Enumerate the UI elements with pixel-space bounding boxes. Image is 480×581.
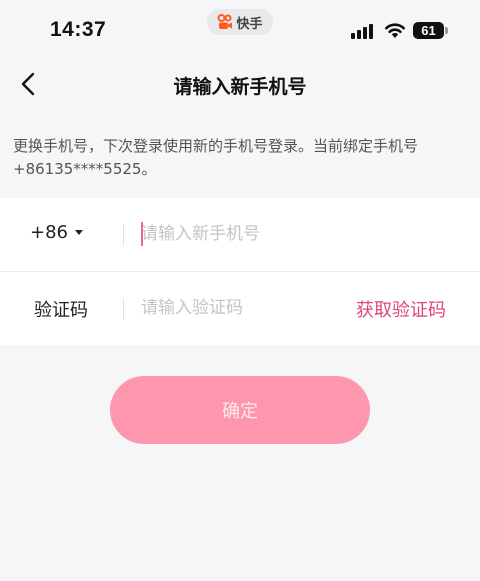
vertical-divider bbox=[123, 298, 124, 320]
verification-code-row: 验证码 获取验证码 bbox=[0, 272, 480, 345]
app-name: 快手 bbox=[236, 16, 263, 32]
country-code-selector[interactable]: +86 bbox=[30, 222, 83, 243]
verification-code-input[interactable] bbox=[141, 294, 341, 322]
battery-icon: 61 bbox=[413, 22, 444, 39]
app-indicator-pill[interactable]: 快手 bbox=[207, 9, 273, 35]
cellular-signal-icon bbox=[351, 24, 373, 39]
page-title: 请输入新手机号 bbox=[173, 76, 307, 98]
status-bar: 14:37 快手 61 bbox=[0, 0, 480, 60]
verification-code-label: 验证码 bbox=[34, 300, 88, 321]
dropdown-caret-icon bbox=[75, 230, 83, 235]
country-code-label: +86 bbox=[30, 222, 68, 243]
status-time: 14:37 bbox=[50, 18, 107, 41]
phone-form: +86 验证码 获取验证码 bbox=[0, 198, 480, 345]
kuaishou-logo-icon bbox=[217, 14, 233, 29]
vertical-divider bbox=[123, 224, 124, 246]
phone-row: +86 bbox=[0, 198, 480, 271]
get-code-button[interactable]: 获取验证码 bbox=[356, 296, 446, 322]
battery-cap bbox=[445, 27, 448, 34]
text-caret bbox=[141, 222, 143, 246]
confirm-button[interactable]: 确定 bbox=[110, 376, 370, 444]
wifi-icon bbox=[385, 23, 405, 38]
change-phone-description: 更换手机号，下次登录使用新的手机号登录。当前绑定手机号+86135****552… bbox=[13, 137, 419, 178]
new-phone-input[interactable] bbox=[141, 220, 461, 248]
battery-level: 61 bbox=[421, 23, 436, 38]
